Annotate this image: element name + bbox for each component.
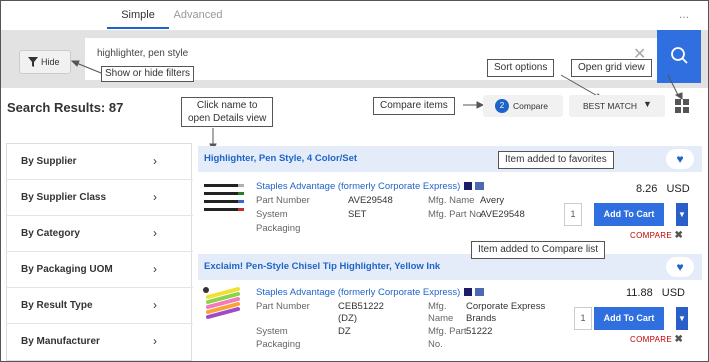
chevron-right-icon: › [153, 334, 157, 348]
add-to-cart-button[interactable]: Add To Cart [594, 307, 664, 330]
part-number-label: Part Number [256, 301, 310, 312]
search-results-title: Search Results: 87 [7, 100, 124, 115]
system-label: System [256, 209, 288, 220]
mfg-part-label-line2: No. [428, 339, 443, 350]
annotation-click-name-line1: Click name to [196, 100, 258, 111]
mfg-part-label: Mfg. Part [428, 326, 467, 337]
annotation-compare-list: Item added to Compare list [471, 241, 606, 259]
mfg-name-value-line2: Brands [466, 313, 497, 324]
product-name-link[interactable]: Exclaim! Pen-Style Chisel Tip Highlighte… [204, 261, 440, 272]
compare-toggle-label: COMPARE [630, 335, 672, 344]
mfg-part-value: AVE29548 [480, 209, 525, 220]
sidebar-item-label: By Supplier Class [21, 192, 107, 203]
add-to-cart-button[interactable]: Add To Cart [594, 203, 664, 226]
chevron-right-icon: › [153, 154, 157, 168]
price-currency: USD [661, 287, 686, 299]
annotation-show-hide-filters: Show or hide filters [101, 66, 195, 82]
mfg-name-label-line2: Name [428, 313, 454, 324]
product-heading-row: Highlighter, Pen Style, 4 Color/Set ♥ [198, 146, 702, 172]
part-number-uom: (DZ) [338, 313, 357, 324]
annotation-click-name: Click name to open Details view [181, 97, 274, 127]
supplier-link[interactable]: Staples Advantage (formerly Corporate Ex… [256, 181, 485, 192]
compare-toggle[interactable]: COMPARE ✖ [630, 334, 683, 345]
favorite-heart-icon[interactable]: ♥ [666, 257, 694, 277]
mfg-name-value: Avery [480, 195, 505, 206]
add-to-cart-dropdown[interactable]: ▼ [676, 307, 688, 330]
sidebar-item-label: By Result Type [21, 300, 93, 311]
sidebar-item-category[interactable]: By Category › [7, 216, 193, 252]
annotation-sort-options: Sort options [487, 59, 555, 77]
remove-compare-icon[interactable]: ✖ [675, 334, 684, 345]
sidebar-item-supplier[interactable]: By Supplier › [7, 144, 193, 180]
annotation-favorites: Item added to favorites [498, 151, 614, 169]
compare-toggle[interactable]: COMPARE ✖ [630, 230, 683, 241]
chevron-right-icon: › [153, 190, 157, 204]
compare-label: Compare [513, 101, 548, 111]
price-value: 11.88 USD [626, 287, 685, 299]
sort-selected-value: BEST MATCH [583, 101, 637, 111]
mfg-name-label: Mfg. Name [428, 195, 475, 206]
compare-count-badge: 2 [495, 99, 509, 113]
sidebar-item-label: By Packaging UOM [21, 264, 113, 275]
mfg-part-value: 51222 [466, 326, 493, 337]
sidebar-item-label: By Category [21, 228, 80, 239]
annotation-grid-view: Open grid view [571, 59, 652, 77]
system-label: System [256, 326, 288, 337]
system-value: DZ [338, 326, 351, 337]
packaging-label: Packaging [256, 223, 301, 234]
product-card: Staples Advantage (formerly Corporate Ex… [198, 173, 702, 249]
sidebar-item-result-type[interactable]: By Result Type › [7, 288, 193, 324]
product-heading-row: Exclaim! Pen-Style Chisel Tip Highlighte… [198, 254, 702, 280]
mfg-part-label: Mfg. Part No. [428, 209, 484, 220]
sort-dropdown[interactable]: BEST MATCH ▼ [569, 95, 665, 117]
price-value: 8.26 USD [636, 183, 690, 195]
mfg-name-value: Corporate Express [466, 301, 546, 312]
sidebar-item-packaging-uom[interactable]: By Packaging UOM › [7, 252, 193, 288]
app-frame: Simple Advanced ... highlighter, pen sty… [0, 0, 709, 362]
flag-icon [464, 288, 473, 297]
quantity-input[interactable]: 1 [564, 203, 582, 226]
chevron-down-icon: ▼ [643, 99, 652, 109]
mfg-name-label: Mfg. [428, 301, 447, 312]
annotation-click-name-line2: open Details view [188, 113, 267, 124]
remove-compare-icon[interactable]: ✖ [675, 230, 684, 241]
packaging-label: Packaging [256, 339, 301, 350]
supplier-name: Staples Advantage (formerly Corporate Ex… [256, 287, 461, 298]
filter-sidebar: By Supplier › By Supplier Class › By Cat… [6, 143, 193, 361]
quantity-input[interactable]: 1 [574, 307, 592, 330]
part-number-value: AVE29548 [348, 195, 393, 206]
price-amount: 11.88 [626, 287, 653, 299]
favorite-heart-icon[interactable]: ♥ [666, 149, 694, 169]
compare-toggle-label: COMPARE [630, 231, 672, 240]
part-number-label: Part Number [256, 195, 310, 206]
chevron-right-icon: › [153, 226, 157, 240]
grid-view-icon[interactable] [675, 99, 689, 113]
catalog-icon [475, 288, 485, 297]
sidebar-item-manufacturer[interactable]: By Manufacturer › [7, 324, 193, 360]
product-name-link[interactable]: Highlighter, Pen Style, 4 Color/Set [204, 153, 357, 164]
system-value: SET [348, 209, 367, 220]
sidebar-item-label: By Supplier [21, 156, 77, 167]
price-currency: USD [666, 183, 690, 195]
add-to-cart-dropdown[interactable]: ▼ [676, 203, 688, 226]
flag-icon [464, 182, 473, 191]
chevron-right-icon: › [153, 262, 157, 276]
price-amount: 8.26 [636, 183, 658, 195]
sidebar-item-supplier-class[interactable]: By Supplier Class › [7, 180, 193, 216]
annotation-compare-items: Compare items [373, 97, 455, 115]
product-card: Staples Advantage (formerly Corporate Ex… [198, 281, 702, 361]
supplier-link[interactable]: Staples Advantage (formerly Corporate Ex… [256, 287, 485, 298]
compare-button[interactable]: 2 Compare [483, 95, 563, 117]
supplier-name: Staples Advantage (formerly Corporate Ex… [256, 181, 461, 192]
part-number-value: CEB51222 [338, 301, 384, 312]
catalog-icon [475, 182, 485, 191]
sidebar-item-label: By Manufacturer [21, 336, 100, 347]
product-image [202, 181, 246, 211]
chevron-right-icon: › [153, 298, 157, 312]
product-image [200, 285, 244, 319]
